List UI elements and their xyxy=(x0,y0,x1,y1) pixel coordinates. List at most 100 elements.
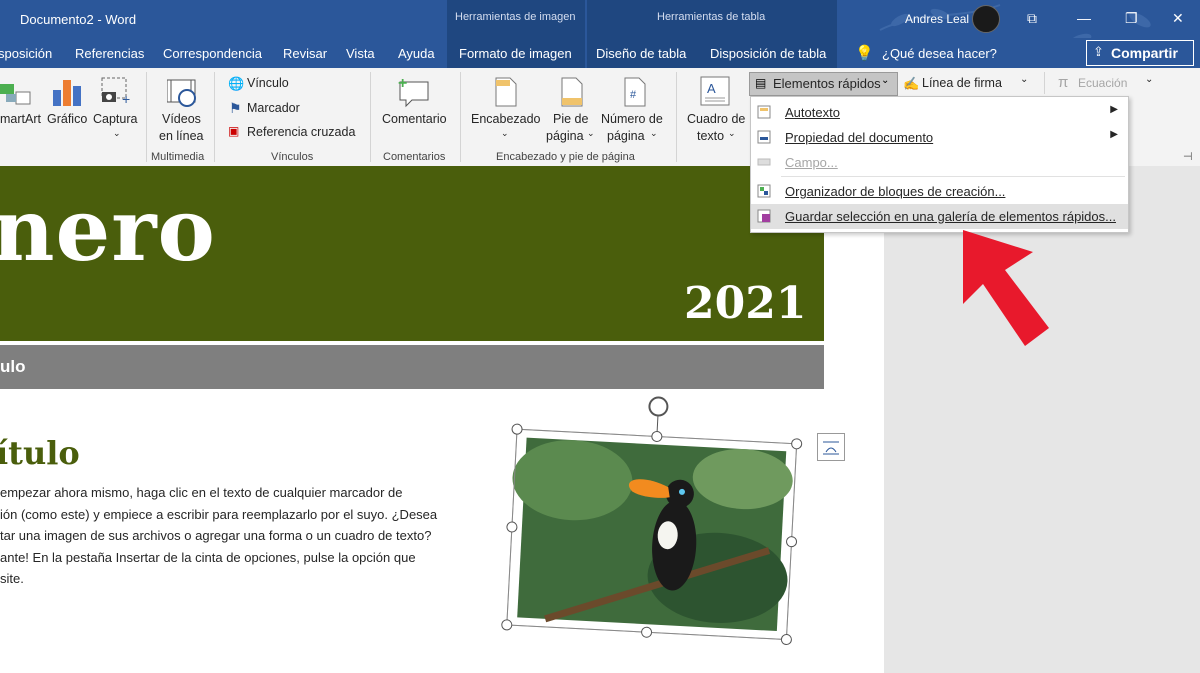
svg-text:+: + xyxy=(398,76,407,92)
header-icon[interactable] xyxy=(494,76,518,108)
screenshot-label[interactable]: Captura xyxy=(93,112,137,126)
menu-item-campo: Campo... xyxy=(751,150,1128,175)
numero-label-2[interactable]: página xyxy=(607,129,645,143)
help-search[interactable]: ¿Qué desea hacer? xyxy=(882,46,997,61)
separator xyxy=(370,72,371,162)
window-title: Documento2 - Word xyxy=(20,12,137,27)
signature-line-icon[interactable]: ✍ xyxy=(903,76,919,92)
cuadro-label-1[interactable]: Cuadro de xyxy=(687,112,745,126)
online-video-icon[interactable] xyxy=(167,78,199,108)
svg-text:#: # xyxy=(630,89,637,101)
avatar[interactable] xyxy=(972,5,1000,33)
document-body[interactable]: empezar ahora mismo, haga clic en el tex… xyxy=(0,482,480,590)
ref-cruzada-label[interactable]: Referencia cruzada xyxy=(247,125,355,139)
chevron-down-icon[interactable]: ⌄ xyxy=(728,128,736,139)
bookmark-icon[interactable]: ⚑ xyxy=(229,100,242,117)
page-number-icon[interactable]: # xyxy=(623,76,647,108)
pie-label-2[interactable]: página xyxy=(546,129,584,143)
separator xyxy=(214,72,215,162)
menu-divider xyxy=(781,176,1125,177)
comentario-label[interactable]: Comentario xyxy=(382,112,447,126)
tab-disposicion[interactable]: sposición xyxy=(0,46,52,61)
menu-label: Propiedad del documento xyxy=(785,130,934,145)
group-multimedia: Multimedia xyxy=(151,151,205,163)
quick-parts-icon: ▤ xyxy=(755,76,767,90)
encabezado-label[interactable]: Encabezado xyxy=(471,112,541,126)
menu-item-autotexto[interactable]: Autotexto ▶ xyxy=(751,100,1128,125)
chevron-down-icon[interactable]: ⌄ xyxy=(587,128,595,139)
link-icon[interactable]: 🌐 xyxy=(228,76,244,92)
toucan-image[interactable] xyxy=(490,394,820,664)
ribbon-display-icon[interactable]: ⧉ xyxy=(1027,10,1037,27)
body-line: site. xyxy=(0,571,24,586)
equation-label: Ecuación xyxy=(1078,76,1128,90)
document-heading[interactable]: ítulo xyxy=(0,434,80,472)
body-line: ante! En la pestaña Insertar de la cinta… xyxy=(0,549,416,565)
tab-correspondencia[interactable]: Correspondencia xyxy=(163,46,262,61)
user-name[interactable]: Andres Leal xyxy=(905,12,969,26)
videos-label-1[interactable]: Vídeos xyxy=(162,112,201,126)
field-icon xyxy=(757,155,771,169)
menu-label: Autotexto xyxy=(785,105,840,120)
document-page[interactable]: nero 2021 ulo ítulo empezar ahora mismo,… xyxy=(0,166,884,673)
group-encabezado: Encabezado y pie de página xyxy=(496,151,635,163)
ribbon-tabs: sposición Referencias Correspondencia Re… xyxy=(0,38,1200,68)
minimize-icon[interactable]: — xyxy=(1077,10,1091,26)
cross-reference-icon[interactable]: ▣ xyxy=(228,124,239,138)
chevron-down-icon[interactable]: ⌄ xyxy=(113,128,121,139)
lightbulb-icon[interactable]: 💡 xyxy=(855,44,874,62)
tab-formato-imagen[interactable]: Formato de imagen xyxy=(459,46,572,61)
document-year[interactable]: 2021 xyxy=(684,278,806,329)
context-image-label: Herramientas de imagen xyxy=(455,11,576,23)
separator xyxy=(1044,72,1045,94)
numero-label-1[interactable]: Número de xyxy=(601,112,663,126)
restore-icon[interactable]: ❐ xyxy=(1125,10,1138,27)
menu-item-guardar-seleccion[interactable]: Guardar selección en una galería de elem… xyxy=(751,204,1128,229)
vinculo-label[interactable]: Vínculo xyxy=(247,76,289,90)
signature-line-label[interactable]: Línea de firma xyxy=(922,76,1002,90)
tab-diseno-tabla[interactable]: Diseño de tabla xyxy=(596,46,686,61)
document-title[interactable]: nero xyxy=(0,180,216,281)
menu-item-propiedad[interactable]: Propiedad del documento ▶ xyxy=(751,125,1128,150)
tab-referencias[interactable]: Referencias xyxy=(75,46,144,61)
footer-icon[interactable] xyxy=(560,76,584,108)
chevron-down-icon[interactable]: ⌄ xyxy=(501,128,509,139)
chevron-down-icon[interactable]: ⌄ xyxy=(1145,74,1153,85)
title-bar: Documento2 - Word Herramientas de imagen… xyxy=(0,0,1200,68)
tab-ayuda[interactable]: Ayuda xyxy=(398,46,435,61)
group-vinculos: Vínculos xyxy=(271,151,314,163)
body-line: ión (como este) y empiece a escribir par… xyxy=(0,506,438,522)
svg-text:+: + xyxy=(122,91,130,107)
share-icon: ⇪ xyxy=(1093,44,1104,59)
screenshot-icon[interactable]: + xyxy=(100,76,132,108)
chart-label[interactable]: Gráfico xyxy=(47,112,87,126)
smartart-label[interactable]: martArt xyxy=(0,112,41,126)
body-line: tar una imagen de sus archivos o agregar… xyxy=(0,528,432,543)
chart-icon[interactable] xyxy=(53,76,83,108)
context-table-label: Herramientas de tabla xyxy=(657,11,766,23)
tab-disposicion-tabla[interactable]: Disposición de tabla xyxy=(710,46,826,61)
text-box-icon[interactable]: A xyxy=(700,76,732,108)
group-comentarios: Comentarios xyxy=(383,151,446,163)
layout-options-icon[interactable] xyxy=(817,433,845,461)
tab-revisar[interactable]: Revisar xyxy=(283,46,327,61)
comment-icon[interactable]: + xyxy=(398,76,432,108)
red-arrow-annotation xyxy=(963,230,1049,346)
close-icon[interactable]: ✕ xyxy=(1172,10,1184,27)
menu-label: Campo... xyxy=(785,155,838,170)
menu-item-organizador[interactable]: Organizador de bloques de creación... xyxy=(751,179,1128,204)
cuadro-label-2[interactable]: texto xyxy=(697,129,724,143)
document-subtitle[interactable]: ulo xyxy=(0,357,26,377)
quick-parts-button[interactable]: ▤ Elementos rápidos ⌄ xyxy=(749,72,898,96)
smartart-icon[interactable] xyxy=(0,78,32,108)
tab-vista[interactable]: Vista xyxy=(346,46,375,61)
pie-label-1[interactable]: Pie de xyxy=(553,112,588,126)
videos-label-2[interactable]: en línea xyxy=(159,129,203,143)
building-blocks-icon xyxy=(757,184,771,198)
pin-ribbon-icon[interactable]: ⊣ xyxy=(1183,150,1193,163)
marcador-label[interactable]: Marcador xyxy=(247,101,300,115)
share-label: Compartir xyxy=(1111,45,1178,61)
share-button[interactable]: ⇪ Compartir xyxy=(1086,40,1194,66)
chevron-down-icon[interactable]: ⌄ xyxy=(1020,74,1028,85)
chevron-down-icon[interactable]: ⌄ xyxy=(650,128,658,139)
